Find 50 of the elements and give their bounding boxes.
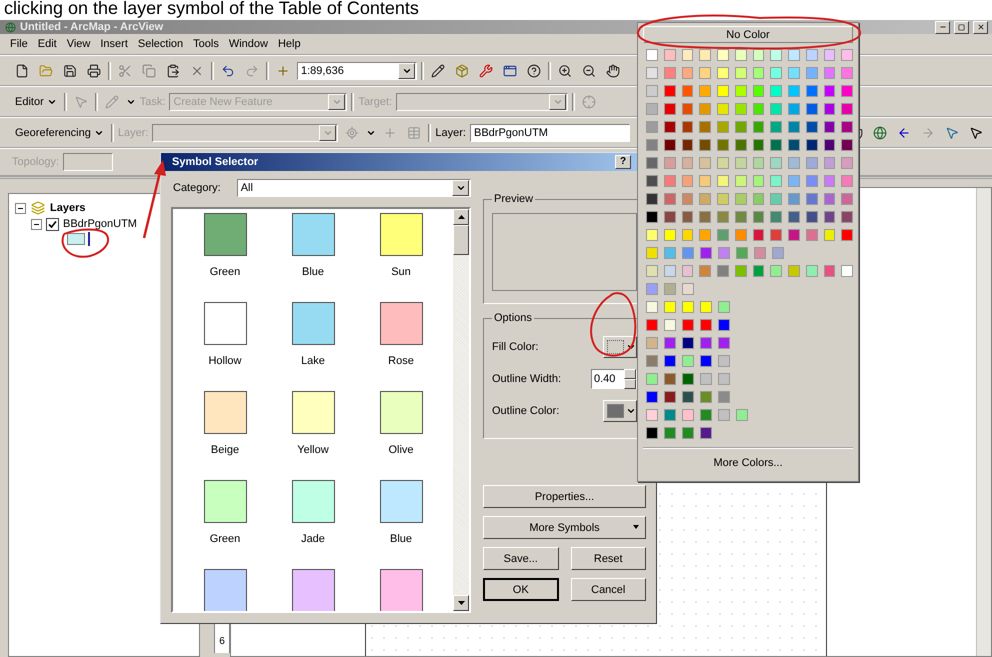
- window-title: Untitled - ArcMap - ArcView: [20, 21, 164, 33]
- menu-item[interactable]: Edit: [34, 36, 61, 52]
- ruler-label: 6: [219, 637, 225, 647]
- symbol-label: Lake: [301, 355, 325, 367]
- more-colors-button[interactable]: More Colors...: [643, 451, 853, 475]
- symbol-label: Yellow: [297, 444, 329, 456]
- menu-item[interactable]: Insert: [96, 36, 132, 52]
- symbol-label: Green: [210, 533, 240, 545]
- symbol-label: Beige: [210, 444, 240, 456]
- task-label: Task:: [140, 96, 166, 108]
- layer-name[interactable]: BBdrPgonUTM: [63, 218, 137, 230]
- layer-label: Layer:: [118, 126, 148, 138]
- dialog-button[interactable]: Cancel: [570, 578, 646, 601]
- dialog-button[interactable]: Properties...: [483, 485, 646, 508]
- symbol-label: Green: [210, 266, 240, 278]
- help-button[interactable]: ?: [615, 155, 631, 169]
- symbol-label: Hollow: [208, 355, 242, 367]
- symbol-label: Jade: [301, 533, 325, 545]
- preview-label: Preview: [493, 193, 534, 205]
- topology-label: Topology:: [12, 156, 60, 168]
- outline-width-field[interactable]: 0.40: [591, 369, 637, 389]
- symbol-label: Olive: [388, 444, 414, 456]
- menu-item[interactable]: Help: [274, 36, 305, 52]
- menu-item[interactable]: Selection: [134, 36, 188, 52]
- layer-label: Layer:: [435, 126, 466, 138]
- menu-item[interactable]: Window: [224, 36, 272, 52]
- menu-item[interactable]: File: [6, 36, 32, 52]
- outline-width-label: Outline Width:: [492, 373, 562, 385]
- category-label: Category:: [173, 182, 221, 194]
- dialog-button[interactable]: OK: [483, 578, 558, 601]
- symbol-label: Blue: [390, 533, 412, 545]
- symbol-label: Blue: [302, 266, 324, 278]
- scale-field[interactable]: 1:89,636: [297, 62, 417, 80]
- category-dropdown[interactable]: All: [236, 179, 471, 197]
- menu-item[interactable]: View: [62, 36, 94, 52]
- dialog-title: Symbol Selector: [171, 156, 260, 168]
- target-label: Target:: [358, 96, 392, 108]
- caption-text: clicking on the layer symbol of the Table of Contents: [3, 0, 420, 20]
- dialog-button[interactable]: Save...: [483, 547, 558, 570]
- dialog-button[interactable]: More Symbols: [483, 516, 646, 539]
- outline-color-label: Outline Color:: [492, 405, 560, 417]
- layers-label: Layers: [50, 202, 86, 214]
- menu-item[interactable]: Tools: [189, 36, 223, 52]
- dialog-button[interactable]: Reset: [570, 547, 646, 570]
- symbol-label: Rose: [388, 355, 414, 367]
- symbol-label: Sun: [391, 266, 411, 278]
- no-color-button[interactable]: No Color: [643, 26, 853, 43]
- fill-color-label: Fill Color:: [492, 341, 538, 353]
- options-label: Options: [493, 312, 533, 324]
- layer-field[interactable]: BBdrPgonUTM: [470, 124, 630, 142]
